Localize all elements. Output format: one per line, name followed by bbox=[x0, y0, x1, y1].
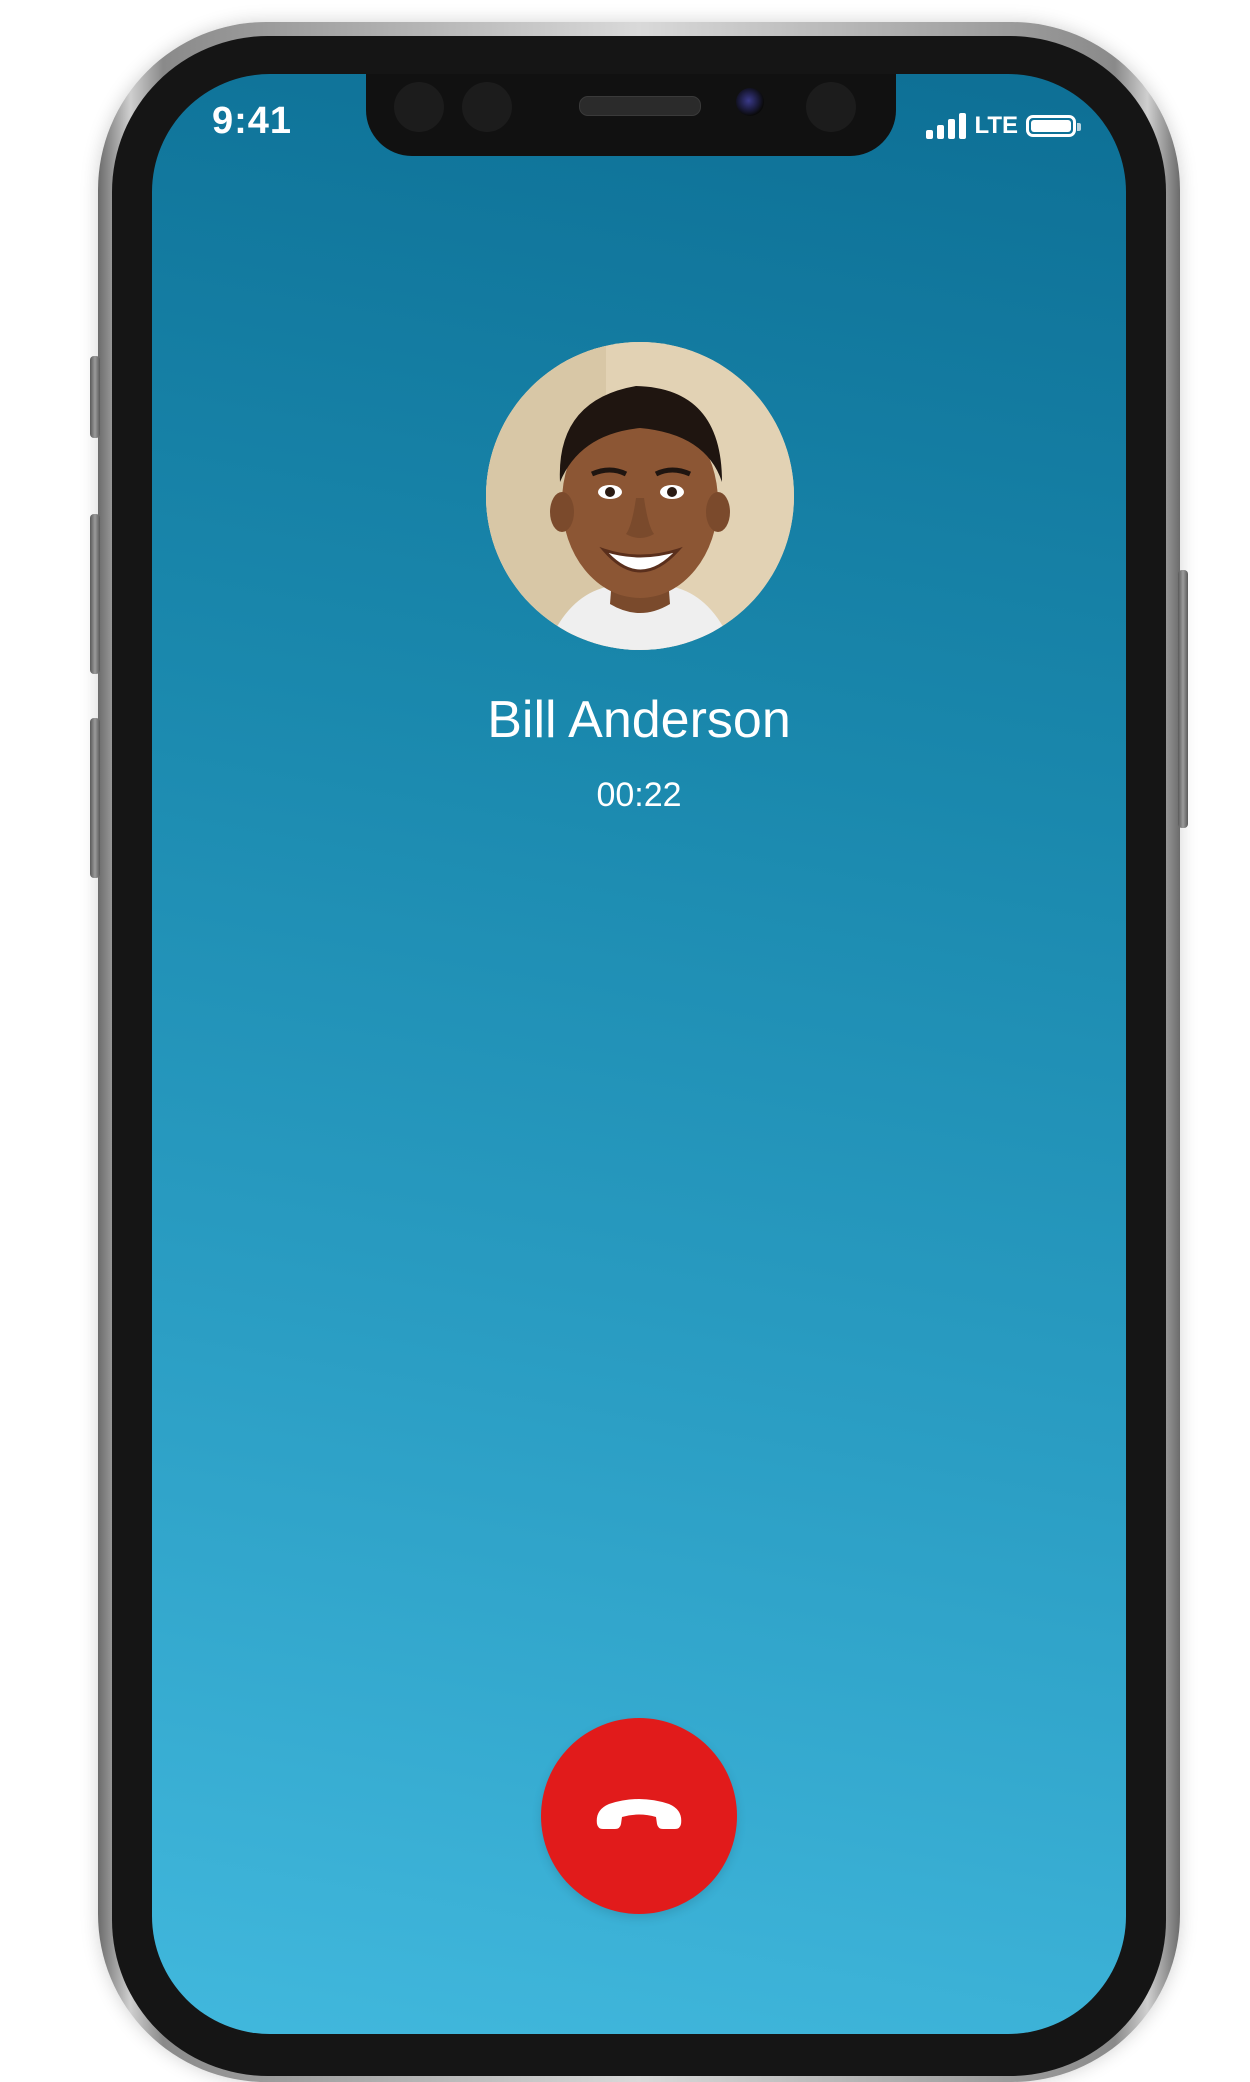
battery-icon bbox=[1026, 115, 1081, 137]
avatar bbox=[486, 342, 794, 650]
silent-switch bbox=[90, 356, 100, 438]
volume-up-button bbox=[90, 514, 100, 674]
contact-photo bbox=[486, 342, 794, 650]
front-camera bbox=[736, 88, 764, 116]
volume-down-button bbox=[90, 718, 100, 878]
call-duration: 00:22 bbox=[596, 776, 682, 814]
sensor-left bbox=[394, 82, 444, 132]
status-time: 9:41 bbox=[212, 100, 293, 142]
phone-hangup-icon bbox=[596, 1799, 682, 1829]
power-button bbox=[1178, 570, 1188, 828]
call-screen: 9:41 LTE Bill Anderson 00:22 bbox=[152, 74, 1126, 2034]
sensor-right bbox=[806, 82, 856, 132]
battery-fill bbox=[1031, 120, 1071, 132]
signal-bars-icon bbox=[926, 113, 967, 139]
earpiece-speaker bbox=[579, 96, 701, 116]
status-indicators: LTE bbox=[926, 112, 1081, 140]
notch bbox=[366, 74, 896, 156]
sensor-left-2 bbox=[462, 82, 512, 132]
end-call-button[interactable] bbox=[541, 1718, 737, 1914]
network-type: LTE bbox=[974, 112, 1018, 139]
contact-name: Bill Anderson bbox=[487, 691, 791, 749]
